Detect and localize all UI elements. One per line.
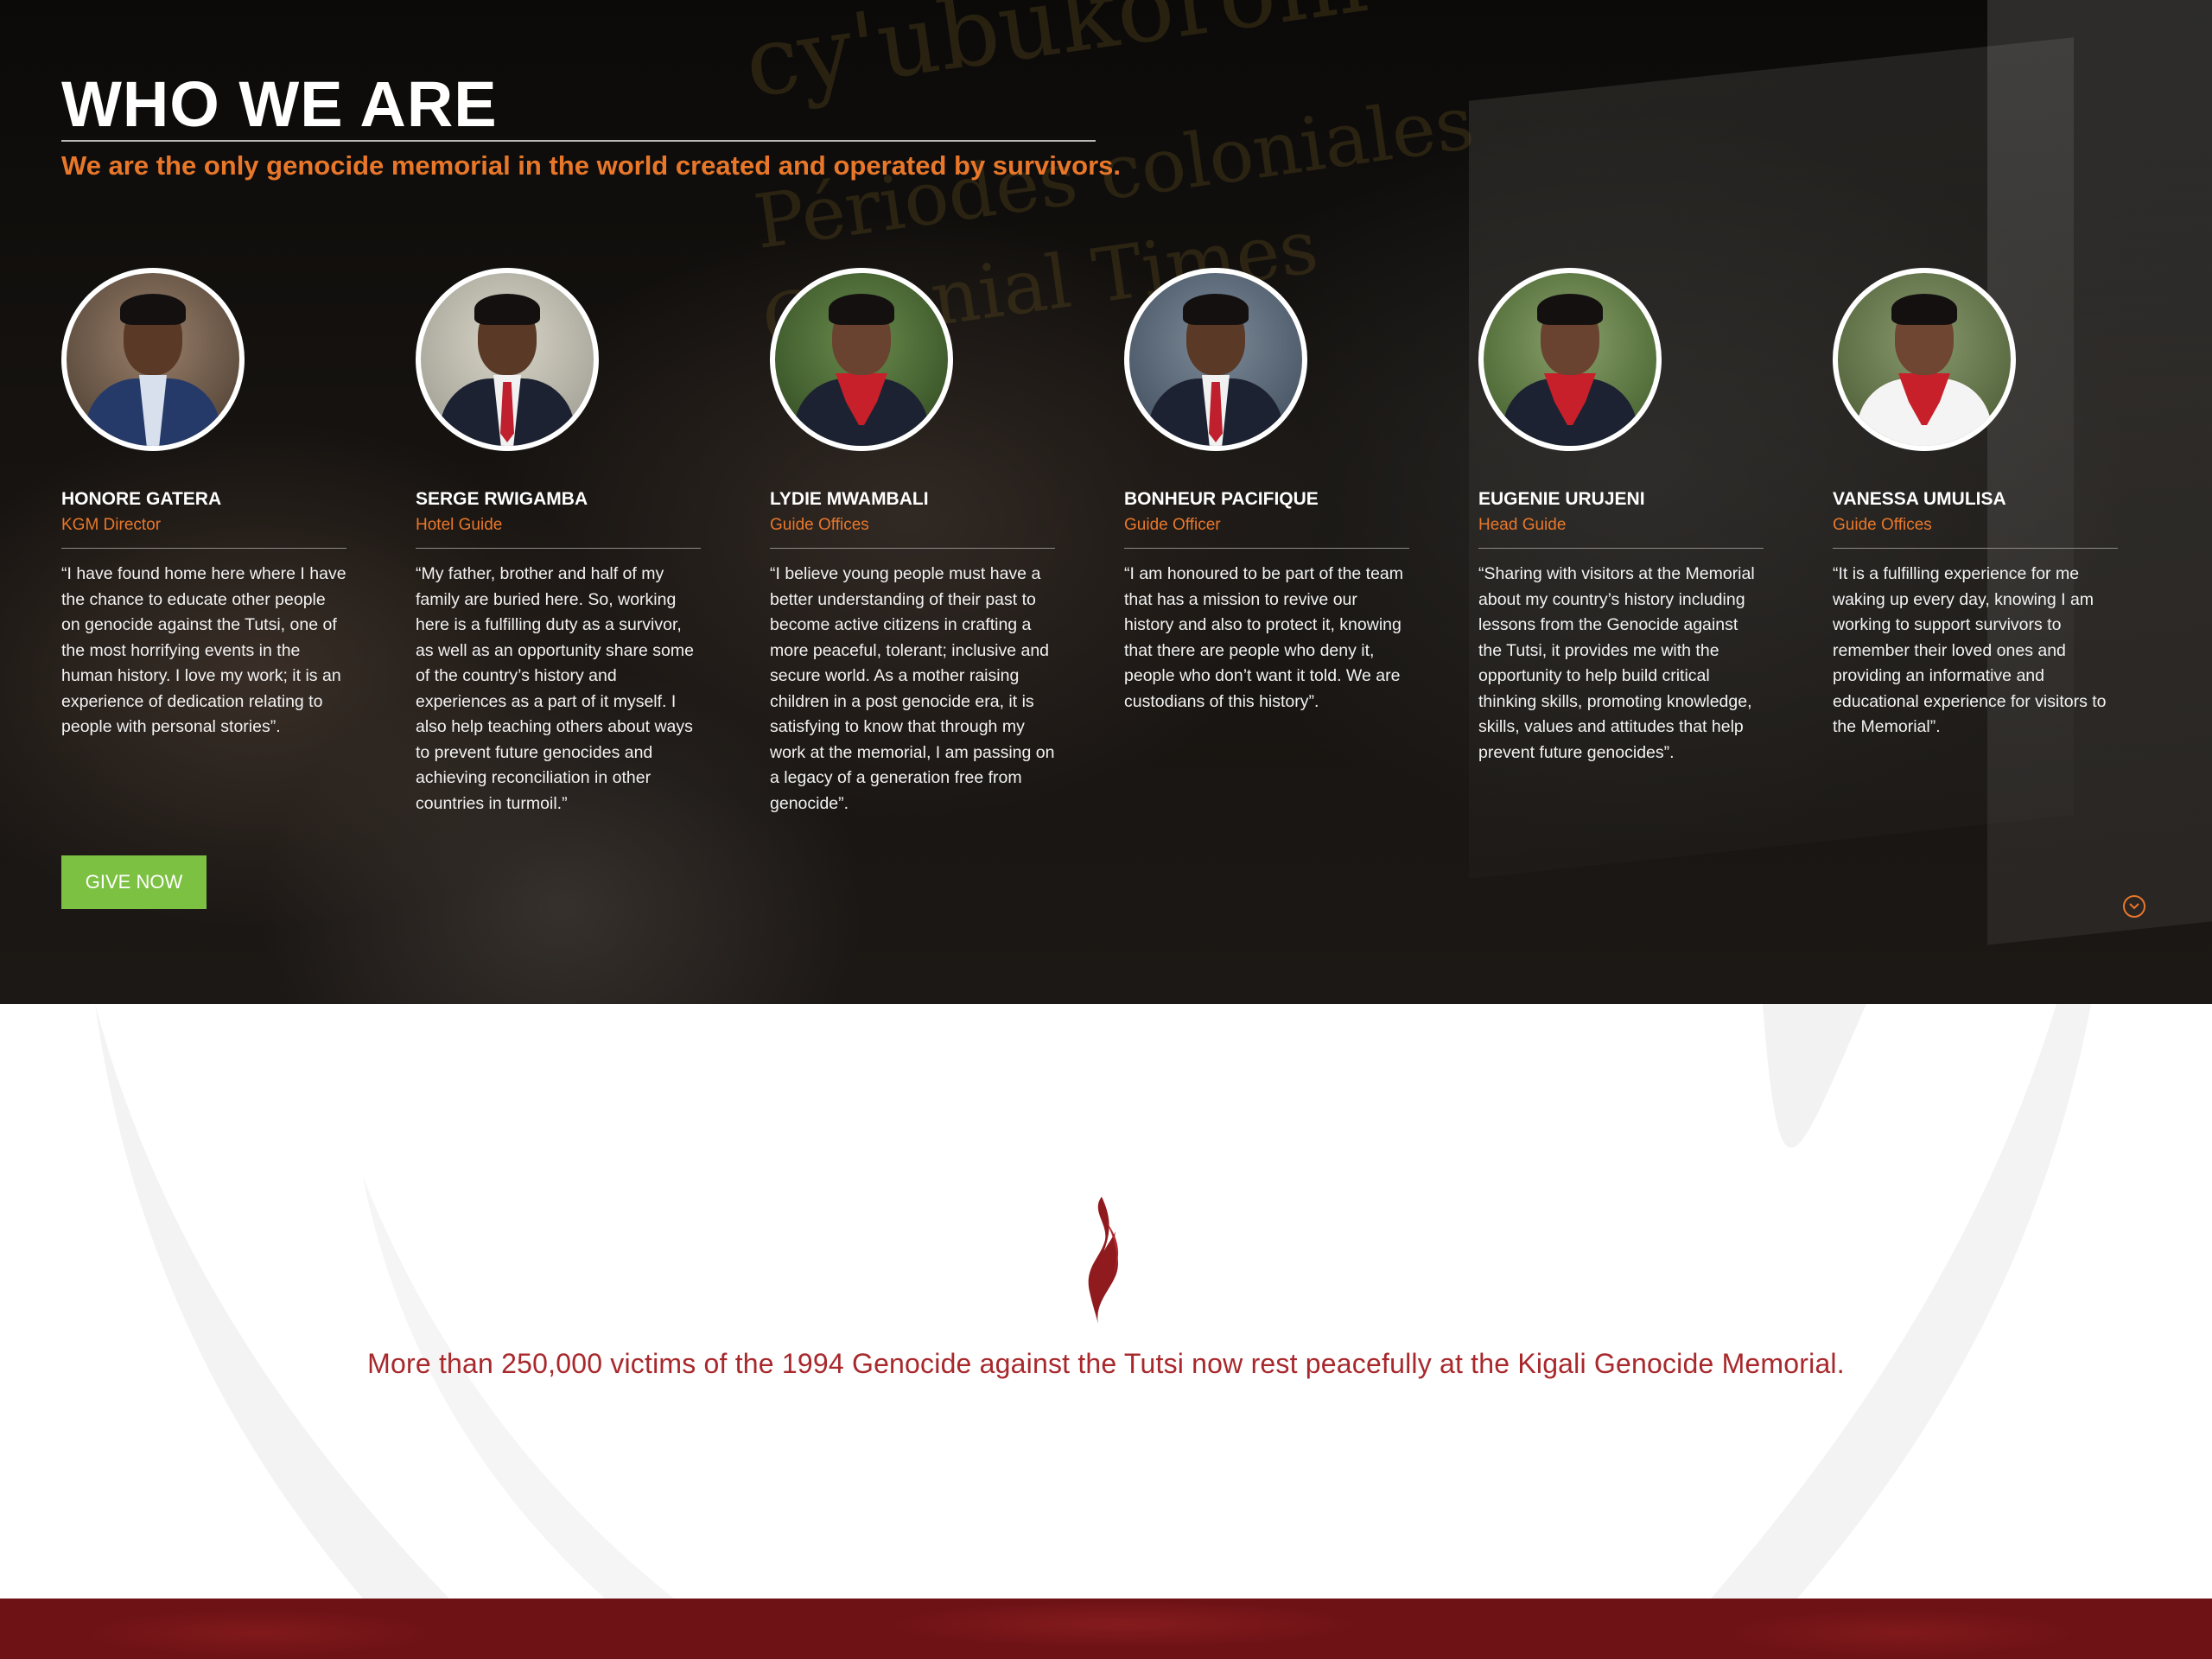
flame-icon <box>1088 1197 1119 1325</box>
give-now-button[interactable]: GIVE NOW <box>61 855 207 909</box>
memorial-statement: More than 250,000 victims of the 1994 Ge… <box>367 1348 1845 1379</box>
member-role: Guide Offices <box>770 516 869 534</box>
member-quote: “Sharing with visitors at the Memorial a… <box>1478 564 1755 762</box>
member-name: SERGE RWIGAMBA <box>416 489 588 509</box>
member-name: EUGENIE URUJENI <box>1478 489 1645 509</box>
team-list: HONORE GATERA KGM Director “I have found… <box>61 268 2152 873</box>
member-quote: “I believe young people must have a bett… <box>770 564 1055 813</box>
member-name: HONORE GATERA <box>61 489 222 509</box>
who-we-are-section: cy'ubukoroni Périodes coloniales Colonia… <box>0 0 2212 1004</box>
member-divider <box>770 548 1055 549</box>
member-quote: “My father, brother and half of my famil… <box>416 564 694 813</box>
member-quote: “I have found home here where I have the… <box>61 564 346 736</box>
member-role: Guide Officer <box>1124 516 1221 534</box>
member-name: BONHEUR PACIFIQUE <box>1124 489 1319 509</box>
member-role: KGM Director <box>61 516 162 534</box>
member-divider <box>1124 548 1409 549</box>
member-quote: “I am honoured to be part of the team th… <box>1124 564 1404 711</box>
page-title: WHO WE ARE <box>61 68 498 140</box>
hero-content: WHO WE ARE We are the only genocide memo… <box>61 0 2152 1004</box>
member-divider <box>1478 548 1764 549</box>
title-divider <box>61 140 1096 142</box>
member-name: LYDIE MWAMBALI <box>770 489 929 509</box>
member-role: Head Guide <box>1478 516 1567 534</box>
avatar <box>1833 268 2016 451</box>
avatar <box>416 268 599 451</box>
member-name: VANESSA UMULISA <box>1833 489 2006 509</box>
memorial-statement-section: More than 250,000 victims of the 1994 Ge… <box>0 1004 2212 1599</box>
member-quote: “It is a fulfilling experience for me wa… <box>1833 564 2107 736</box>
footer-image-band <box>0 1599 2212 1659</box>
avatar <box>1124 268 1307 451</box>
avatar <box>770 268 953 451</box>
chevron-down-icon <box>2129 903 2139 910</box>
member-divider <box>1833 548 2118 549</box>
avatar <box>1478 268 1662 451</box>
member-divider <box>61 548 346 549</box>
member-role: Guide Offices <box>1833 516 1932 534</box>
page-subtitle: We are the only genocide memorial in the… <box>61 150 1121 181</box>
scroll-down-button[interactable] <box>2123 895 2145 918</box>
member-divider <box>416 548 701 549</box>
avatar <box>61 268 245 451</box>
member-role: Hotel Guide <box>416 516 503 534</box>
